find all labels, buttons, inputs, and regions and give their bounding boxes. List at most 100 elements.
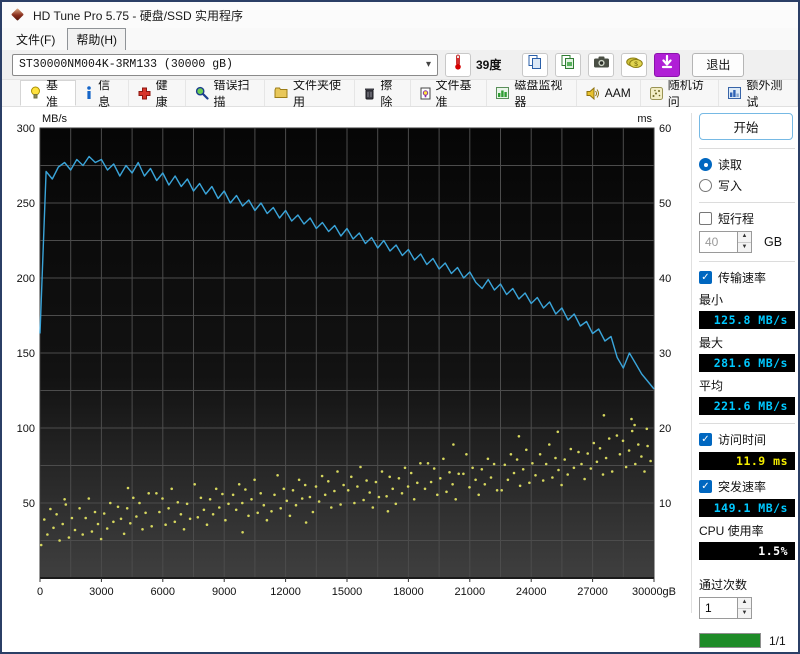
min-value: 125.8 MB/s: [699, 311, 795, 329]
svg-text:27000: 27000: [577, 586, 608, 598]
info-icon: [85, 86, 93, 100]
tab-file-benchmark[interactable]: 文件基准: [411, 80, 488, 106]
copy-image-button[interactable]: [555, 53, 581, 77]
random-access-icon: [650, 87, 663, 100]
access-time-checkbox[interactable]: ✓: [699, 433, 712, 446]
svg-text:200: 200: [17, 273, 35, 285]
svg-text:0: 0: [37, 586, 43, 598]
tab-extra-tests[interactable]: 额外测试: [719, 80, 798, 106]
progress-fill: [700, 634, 760, 647]
control-panel: 开始 读取 写入 短行程 ▲▼ GB ✓: [699, 113, 795, 648]
max-label: 最大: [699, 334, 795, 351]
tab-info[interactable]: 信息: [76, 80, 128, 106]
pass-count-row: ▲▼: [699, 597, 795, 619]
transfer-rate-row[interactable]: ✓ 传输速率: [699, 269, 795, 286]
temperature-button[interactable]: [445, 53, 471, 77]
start-button[interactable]: 开始: [699, 113, 793, 140]
svg-text:30: 30: [659, 348, 671, 360]
tab-label: 擦除: [380, 76, 400, 110]
cpu-usage-label: CPU 使用率: [699, 522, 795, 539]
burst-rate-row[interactable]: ✓ 突发速率: [699, 478, 795, 495]
write-radio-row[interactable]: 写入: [699, 177, 795, 194]
benchmark-chart: MB/sms3002502001501005060504030201003000…: [2, 109, 692, 619]
svg-text:15000: 15000: [332, 586, 363, 598]
tab-random-access[interactable]: 随机访问: [641, 80, 720, 106]
access-time-row[interactable]: ✓ 访问时间: [699, 431, 795, 448]
cpu-usage-value: 1.5%: [699, 542, 795, 560]
drive-select-value: ST30000NM004K-3RM133 (30000 gB): [19, 58, 233, 71]
transfer-rate-label: 传输速率: [718, 269, 766, 286]
svg-text:21000: 21000: [455, 586, 486, 598]
file-benchmark-icon: [420, 87, 431, 100]
burst-rate-value: 149.1 MB/s: [699, 499, 795, 517]
stepper-up-icon[interactable]: ▲: [738, 598, 751, 609]
drive-select[interactable]: ST30000NM004K-3RM133 (30000 gB) ▾: [12, 54, 438, 76]
capacity-stepper[interactable]: ▲▼: [737, 231, 752, 253]
thermometer-icon: [453, 54, 463, 75]
read-label: 读取: [718, 156, 742, 173]
svg-text:6000: 6000: [151, 586, 175, 598]
update-button[interactable]: [654, 53, 680, 77]
svg-text:18000: 18000: [393, 586, 424, 598]
svg-text:50: 50: [659, 198, 671, 210]
short-stroke-row[interactable]: 短行程: [699, 210, 795, 227]
buy-button[interactable]: $: [621, 53, 647, 77]
tab-label: 文件夹使用: [293, 76, 345, 110]
short-stroke-checkbox[interactable]: [699, 212, 712, 225]
tab-error-scan[interactable]: 错误扫描: [186, 80, 266, 106]
screenshot-button[interactable]: [588, 53, 614, 77]
extra-tests-icon: [728, 87, 741, 99]
read-radio-row[interactable]: 读取: [699, 156, 795, 173]
divider: [699, 202, 795, 203]
svg-text:300: 300: [17, 123, 35, 135]
pass-count-label: 通过次数: [699, 576, 795, 593]
svg-text:3000: 3000: [89, 586, 113, 598]
pass-count-input[interactable]: [699, 597, 737, 619]
bulb-icon: [30, 86, 41, 100]
svg-text:50: 50: [23, 498, 35, 510]
menu-help[interactable]: 帮助(H): [67, 28, 126, 51]
chart-canvas: MB/sms3002502001501005060504030201003000…: [2, 109, 692, 614]
read-radio[interactable]: [699, 158, 712, 171]
temperature-value: 39度: [476, 56, 501, 73]
transfer-rate-checkbox[interactable]: ✓: [699, 271, 712, 284]
write-radio[interactable]: [699, 179, 712, 192]
tab-folder-usage[interactable]: 文件夹使用: [265, 80, 355, 106]
capacity-row: ▲▼ GB: [699, 231, 795, 253]
progress-bar: [699, 633, 761, 648]
stepper-down-icon[interactable]: ▼: [738, 609, 751, 619]
avg-value: 221.6 MB/s: [699, 397, 795, 415]
copy-button[interactable]: [522, 53, 548, 77]
stepper-down-icon[interactable]: ▼: [738, 243, 751, 253]
divider: [699, 423, 795, 424]
menu-file[interactable]: 文件(F): [8, 29, 63, 50]
progress-row: 1/1: [699, 633, 795, 648]
tab-benchmark[interactable]: 基准: [20, 80, 76, 106]
download-icon: [660, 55, 674, 74]
capacity-input[interactable]: [699, 231, 737, 253]
copy-icon: [527, 54, 543, 75]
panel-divider: [691, 113, 692, 613]
tab-label: 信息: [98, 76, 118, 110]
burst-rate-label: 突发速率: [718, 478, 766, 495]
svg-text:40: 40: [659, 273, 671, 285]
tab-disk-monitor[interactable]: 磁盘监视器: [487, 80, 576, 106]
exit-button[interactable]: 退出: [692, 53, 744, 77]
tab-health[interactable]: 健康: [129, 80, 186, 106]
tab-erase[interactable]: 擦除: [355, 80, 410, 106]
tab-aam[interactable]: AAM: [577, 80, 641, 106]
svg-text:12000: 12000: [270, 586, 301, 598]
short-stroke-label: 短行程: [718, 210, 754, 227]
svg-text:60: 60: [659, 123, 671, 135]
svg-text:9000: 9000: [212, 586, 236, 598]
stepper-up-icon[interactable]: ▲: [738, 232, 751, 243]
disk-monitor-icon: [496, 87, 509, 99]
magnifier-icon: [195, 86, 209, 100]
pass-count-stepper[interactable]: ▲▼: [737, 597, 752, 619]
svg-text:100: 100: [17, 423, 35, 435]
tab-label: 额外测试: [746, 76, 788, 110]
access-time-label: 访问时间: [718, 431, 766, 448]
toolbar: ST30000NM004K-3RM133 (30000 gB) ▾ 39度 $ …: [2, 50, 798, 80]
burst-rate-checkbox[interactable]: ✓: [699, 480, 712, 493]
access-time-value: 11.9 ms: [699, 452, 795, 470]
